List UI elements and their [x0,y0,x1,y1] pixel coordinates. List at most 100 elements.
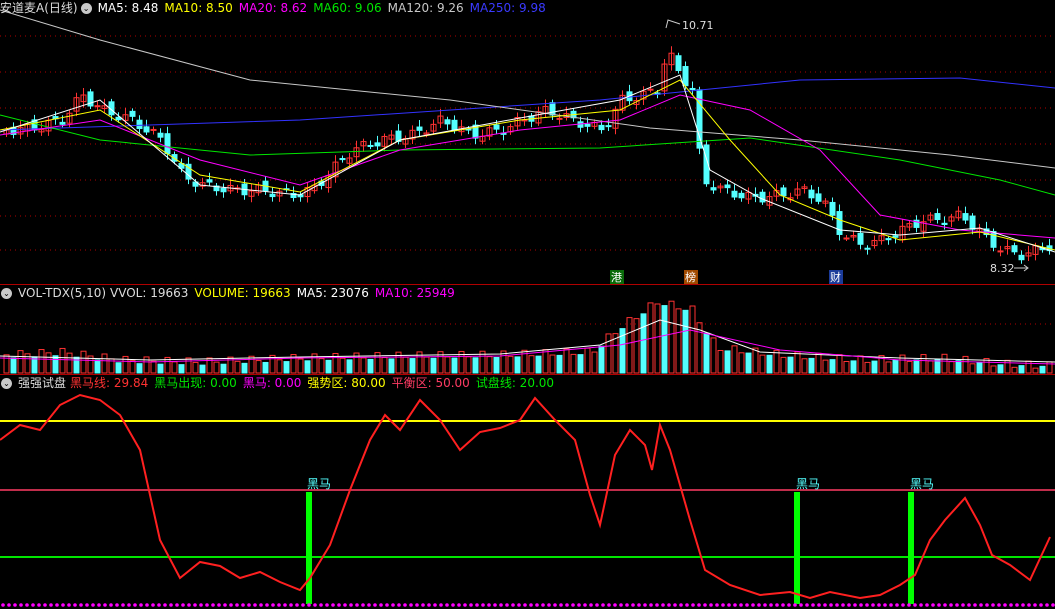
volume-bar [843,360,850,374]
volume-bar [815,352,822,374]
baseline-dot [283,603,287,607]
baseline-dot [331,603,335,607]
baseline-dot [223,603,227,607]
volume-bar [388,358,395,374]
baseline-dot [715,603,719,607]
volume-bar [654,303,661,374]
baseline-dot [337,603,341,607]
volume-bar [759,354,766,374]
baseline-dot [163,603,167,607]
baseline-dot [913,603,917,607]
indicator-menu-icon[interactable]: ⌄ [1,378,12,389]
baseline-dot [973,603,977,607]
baseline-dot [841,603,845,607]
baseline-dot [901,603,905,607]
baseline-dot [871,603,875,607]
baseline-dot [775,603,779,607]
baseline-dot [643,603,647,607]
baseline-dot [583,603,587,607]
baseline-dot [127,603,131,607]
stock-title[interactable]: 安道麦A(日线) [0,1,78,15]
baseline-dot [55,603,59,607]
volume-bar [668,300,675,374]
candle-body [164,133,171,155]
baseline-dot [787,603,791,607]
candle-body [780,187,787,197]
price-panel[interactable] [0,9,1055,264]
volume-menu-icon[interactable]: ⌄ [1,288,12,299]
volume-bar [864,361,871,374]
candle-body [150,128,157,131]
volume-bar [675,308,682,374]
volume-legend: ⌄ VOL-TDX(5,10) VVOL: 19663 VOLUME: 19663 MA… [0,285,461,301]
baseline-dot [625,603,629,607]
baseline-dot [1009,603,1013,607]
volume-bar [472,357,479,374]
baseline-dot [373,603,377,607]
baseline-dot [847,603,851,607]
baseline-dot [199,603,203,607]
candle-body [444,119,451,125]
volume-bar [10,357,17,374]
volume-title[interactable]: VOL-TDX(5,10) [18,286,106,300]
black-horse-signal-bar [794,492,800,604]
volume-bar [661,305,668,374]
baseline-dot [985,603,989,607]
volume-bar [52,355,59,374]
baseline-dot [253,603,257,607]
marker-cai[interactable]: 财 [829,270,843,284]
baseline-dot [139,603,143,607]
collapse-icon[interactable]: ⌄ [80,3,92,14]
baseline-dot [1051,603,1055,607]
marker-gang[interactable]: 港 [610,270,624,284]
baseline-dot [73,603,77,607]
baseline-dot [997,603,1001,607]
candle-body [808,189,815,199]
baseline-dot [475,603,479,607]
baseline-dot [601,603,605,607]
volume-bar [80,350,87,374]
baseline-dot [145,603,149,607]
volume-bar [199,364,206,374]
baseline-dot [469,603,473,607]
volume-bar [241,362,248,374]
candle-body [731,190,738,198]
volume-panel[interactable] [0,300,1055,374]
baseline-dot [589,603,593,607]
candle-body [738,192,745,199]
volume-bar [703,332,710,374]
baseline-dot [907,603,911,607]
volume-bar [255,360,262,374]
legend-vol-ma10: MA10: 25949 [374,286,455,300]
baseline-dot [937,603,941,607]
black-horse-signal-bar [306,492,312,604]
baseline-dot [1027,603,1031,607]
volume-bar [423,356,430,374]
kline-chart-canvas[interactable]: 10.71 8.32 港 榜 财 黑马 黑马 黑马 [0,0,1055,609]
marker-bang[interactable]: 榜 [684,270,698,284]
volume-bar [101,353,108,374]
baseline-dot [541,603,545,607]
baseline-dot [799,603,803,607]
baseline-dot [175,603,179,607]
volume-bar [808,357,815,374]
volume-bar [640,313,647,374]
volume-bar [549,354,556,374]
candle-body [864,247,871,250]
baseline-dot [805,603,809,607]
indicator-panel[interactable] [0,393,1055,607]
volume-bar [584,347,591,374]
legend-test: 试盘线: 20.00 [475,376,555,390]
indicator-title[interactable]: 强强试盘 [18,376,66,390]
baseline-dot [367,603,371,607]
baseline-dot [991,603,995,607]
candle-body [220,187,227,193]
legend-volume: VOLUME: 19663 [194,286,291,300]
volume-bar [948,361,955,374]
svg-text:港: 港 [611,271,622,284]
black-horse-line [0,393,1051,600]
volume-bar [192,361,199,374]
legend-hm-line: 黑马线: 29.84 [70,376,149,390]
legend-strong: 强势区: 80.00 [307,376,386,390]
legend-ma20: MA20: 8.62 [238,1,308,15]
